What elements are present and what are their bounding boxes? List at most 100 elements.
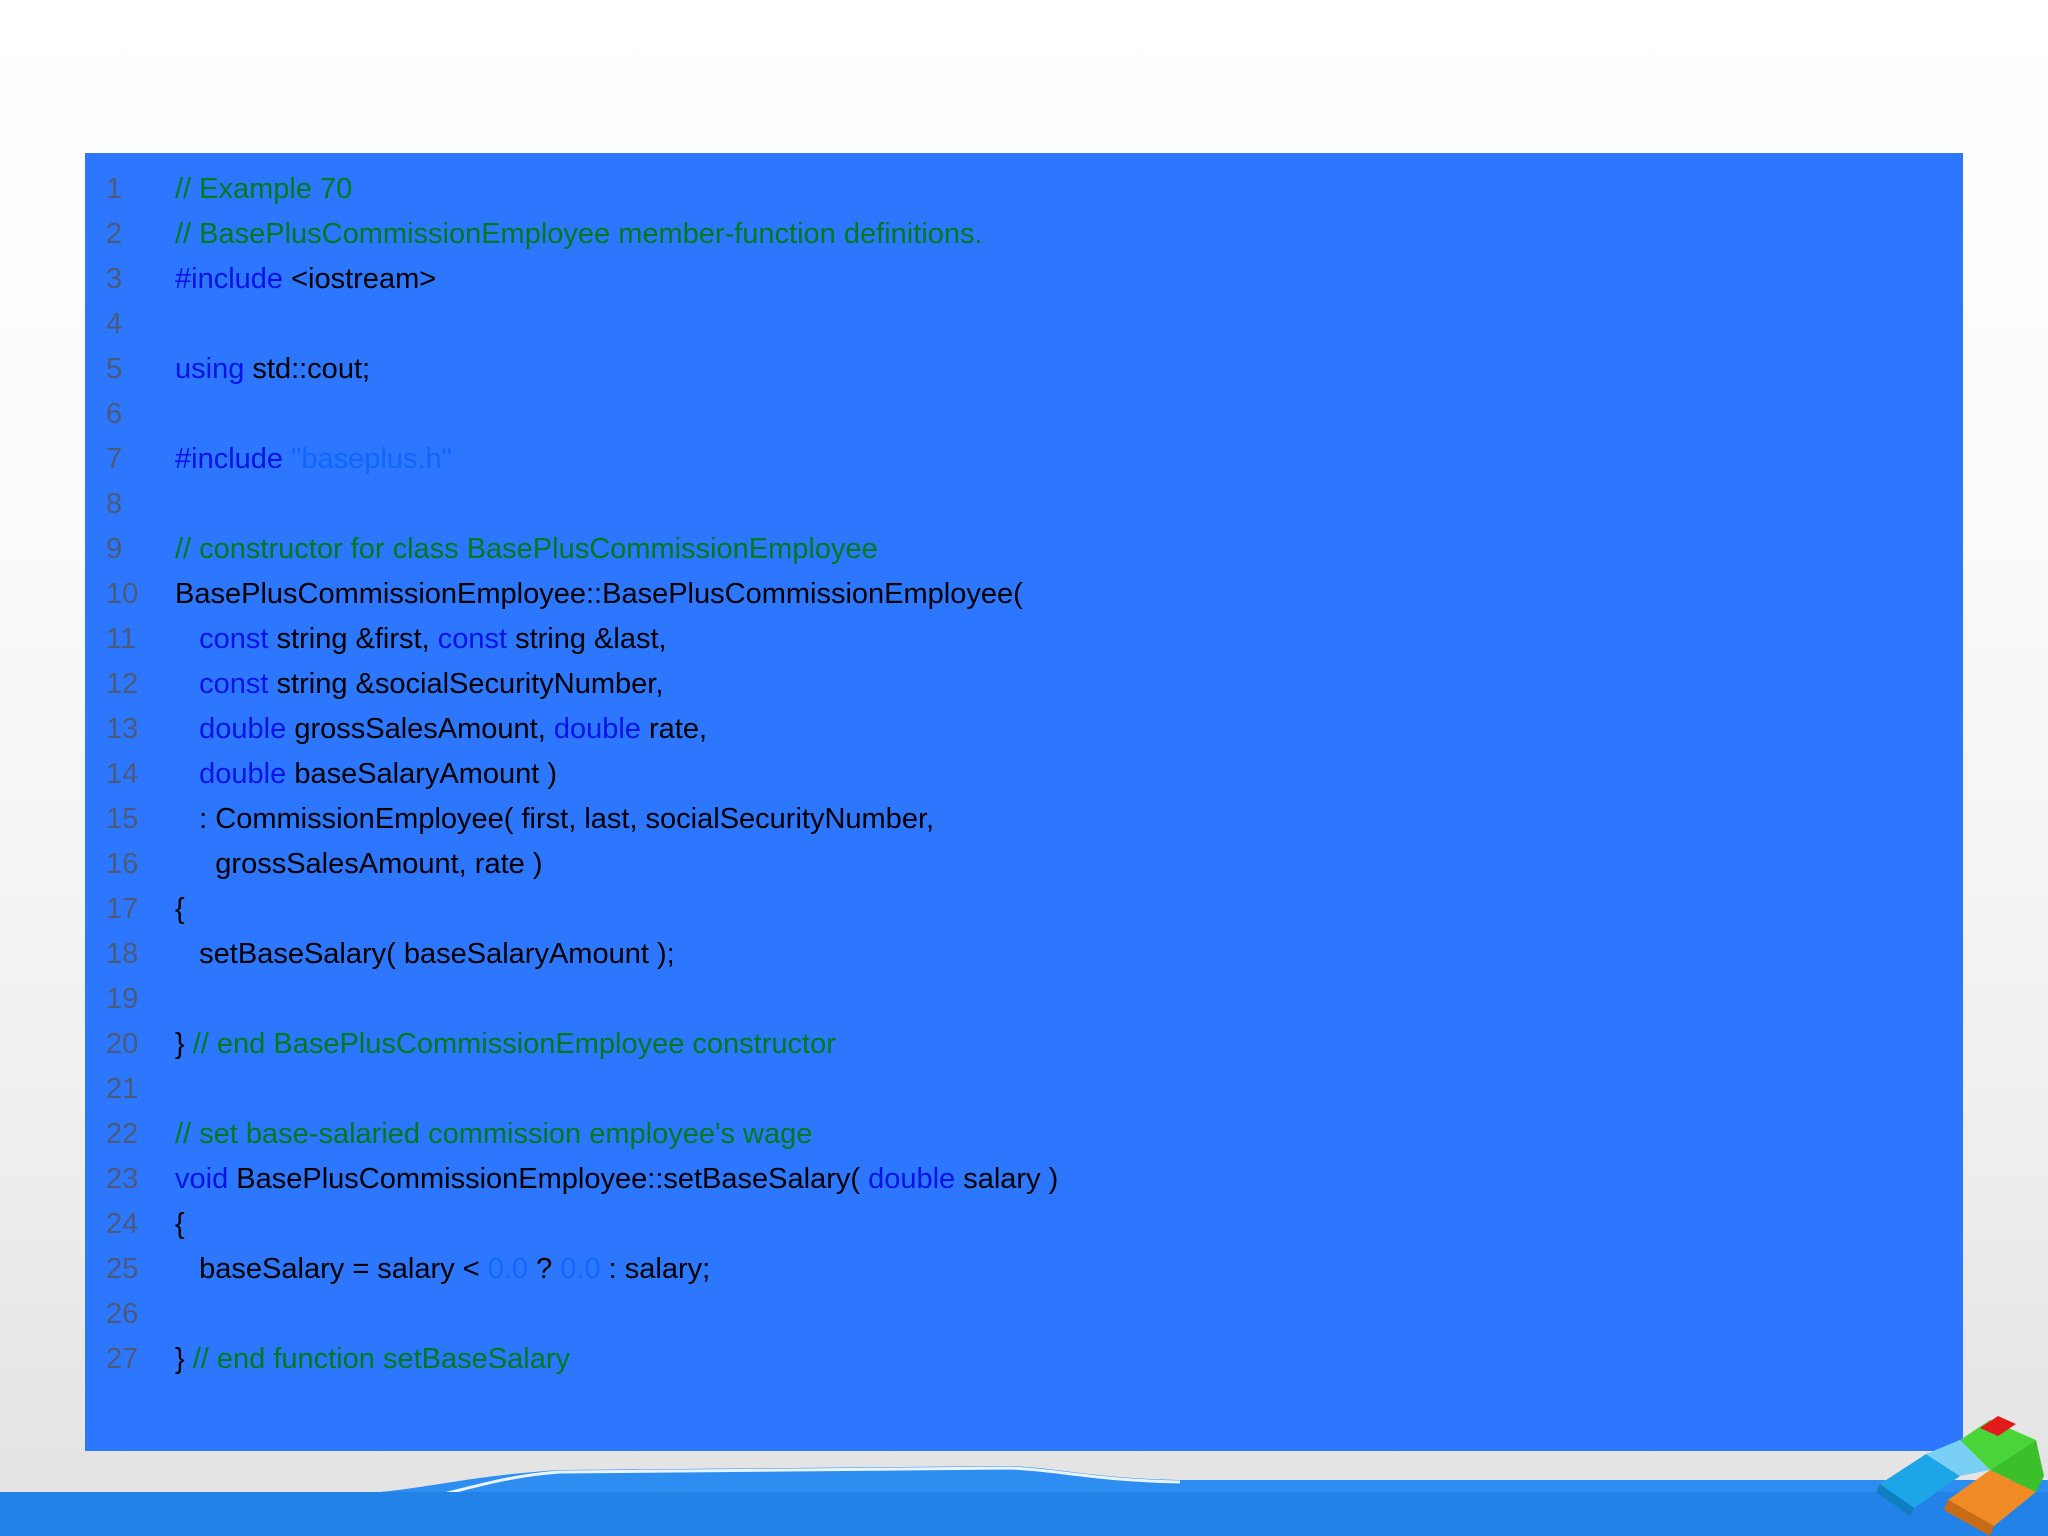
code-token-number: 0.0: [487, 1253, 529, 1285]
code-token-plain: }: [175, 1028, 193, 1060]
code-token-plain: {: [175, 893, 185, 925]
code-line: 9 // constructor for class BasePlusCommis…: [0, 527, 1900, 572]
line-code-text: const string &first, const string &last,: [175, 617, 667, 662]
line-code-text: const string &socialSecurityNumber,: [175, 662, 663, 707]
code-token-keyword: double: [199, 758, 287, 790]
code-line: 24 {: [0, 1202, 1900, 1247]
code-line: 13 double grossSalesAmount, double rate,: [0, 707, 1900, 752]
code-line: 16 grossSalesAmount, rate ): [0, 842, 1900, 887]
line-code-text: using std::cout;: [175, 347, 370, 392]
code-token-comment: // constructor for class BasePlusCommiss…: [175, 533, 878, 565]
line-code-text: double baseSalaryAmount ): [175, 752, 557, 797]
code-token-plain: : CommissionEmployee( first, last, socia…: [175, 803, 935, 835]
line-code-text: BasePlusCommissionEmployee::BasePlusComm…: [175, 572, 1023, 617]
code-token-keyword: #include: [175, 263, 284, 295]
code-token-plain: grossSalesAmount,: [286, 713, 554, 745]
code-line: 26: [0, 1292, 1900, 1337]
line-code-text: {: [175, 887, 185, 932]
code-line: 27 } // end function setBaseSalary: [0, 1337, 1900, 1382]
line-number: 15: [106, 803, 139, 835]
code-token-keyword: double: [553, 713, 641, 745]
code-token-plain: BasePlusCommissionEmployee::BasePlusComm…: [175, 578, 1023, 610]
line-number: 22: [106, 1118, 139, 1150]
code-line: 23 void BasePlusCommissionEmployee::setBa…: [0, 1157, 1900, 1202]
line-number: 3: [106, 263, 123, 295]
code-token-plain: ?: [528, 1253, 561, 1285]
code-token-plain: string &first,: [268, 623, 438, 655]
code-line: 25 baseSalary = salary < 0.0 ? 0.0 : sal…: [0, 1247, 1900, 1292]
code-token-string: "baseplus.h": [291, 443, 452, 475]
line-number: 12: [106, 668, 139, 700]
code-token-plain: }: [175, 1343, 193, 1375]
line-code-text: // set base-salaried commission employee…: [175, 1112, 812, 1157]
line-number: 7: [106, 443, 123, 475]
code-line: 12 const string &socialSecurityNumber,: [0, 662, 1900, 707]
code-line: 3 #include <iostream>: [0, 257, 1900, 302]
line-number: 27: [106, 1343, 139, 1375]
footer-band: [0, 1492, 2048, 1536]
line-number: 14: [106, 758, 139, 790]
slide: 1 // Example 70 2 // BasePlusCommissionEmpl…: [0, 0, 2048, 1536]
code-line: 4: [0, 302, 1900, 347]
code-line: 6: [0, 392, 1900, 437]
code-token-comment: // BasePlusCommissionEmployee member-fun…: [175, 218, 983, 250]
line-number: 26: [106, 1298, 139, 1330]
code-line: 17 {: [0, 887, 1900, 932]
code-line: 19: [0, 977, 1900, 1022]
line-number: 10: [106, 578, 139, 610]
line-number: 19: [106, 983, 139, 1015]
line-number: 5: [106, 353, 123, 385]
line-code-text: baseSalary = salary < 0.0 ? 0.0 : salary…: [175, 1247, 710, 1292]
code-token-keyword: void: [175, 1163, 229, 1195]
code-token-keyword: using: [175, 353, 245, 385]
line-number: 21: [106, 1073, 139, 1105]
code-token-plain: string &last,: [507, 623, 667, 655]
code-listing: 1 // Example 70 2 // BasePlusCommissionEmpl…: [0, 167, 1900, 1382]
line-number: 13: [106, 713, 139, 745]
line-code-text: : CommissionEmployee( first, last, socia…: [175, 797, 934, 842]
code-line: 15 : CommissionEmployee( first, last, so…: [0, 797, 1900, 842]
line-number: 8: [106, 488, 123, 520]
code-token-plain: rate,: [640, 713, 708, 745]
line-code-text: // constructor for class BasePlusCommiss…: [175, 527, 878, 572]
code-token-plain: string &socialSecurityNumber,: [268, 668, 664, 700]
line-number: 23: [106, 1163, 139, 1195]
line-number: 20: [106, 1028, 139, 1060]
line-number: 9: [106, 533, 123, 565]
code-token-comment: // end BasePlusCommissionEmployee constr…: [192, 1028, 836, 1060]
cube-logo-icon: [1876, 1416, 2044, 1536]
code-token-plain: std::cout;: [244, 353, 371, 385]
line-number: 11: [106, 623, 137, 655]
code-line: 8: [0, 482, 1900, 527]
code-line: 5 using std::cout;: [0, 347, 1900, 392]
line-code-text: } // end function setBaseSalary: [175, 1337, 570, 1382]
code-token-comment: // set base-salaried commission employee…: [175, 1118, 813, 1150]
code-line: 22 // set base-salaried commission employ…: [0, 1112, 1900, 1157]
code-token-plain: : salary;: [600, 1253, 711, 1285]
line-number: 4: [106, 308, 123, 340]
line-number: 18: [106, 938, 139, 970]
line-code-text: double grossSalesAmount, double rate,: [175, 707, 707, 752]
code-token-plain: baseSalary = salary <: [175, 1253, 488, 1285]
line-number: 16: [106, 848, 139, 880]
code-token-number: 0.0: [560, 1253, 601, 1285]
code-token-plain: <iostream>: [283, 263, 437, 295]
line-number: 17: [106, 893, 139, 925]
code-token-keyword: double: [868, 1163, 956, 1195]
code-token-keyword: const: [199, 623, 269, 655]
code-token-plain: salary ): [955, 1163, 1059, 1195]
code-line: 18 setBaseSalary( baseSalaryAmount );: [0, 932, 1900, 977]
line-code-text: #include "baseplus.h": [175, 437, 452, 482]
code-token-keyword: double: [199, 713, 287, 745]
code-line: 14 double baseSalaryAmount ): [0, 752, 1900, 797]
code-line: 21: [0, 1067, 1900, 1112]
line-number: 2: [106, 218, 123, 250]
code-line: 1 // Example 70: [0, 167, 1900, 212]
code-token-comment: // Example 70: [175, 173, 353, 205]
line-code-text: #include <iostream>: [175, 257, 436, 302]
code-token-plain: BasePlusCommissionEmployee::setBaseSalar…: [228, 1163, 869, 1195]
